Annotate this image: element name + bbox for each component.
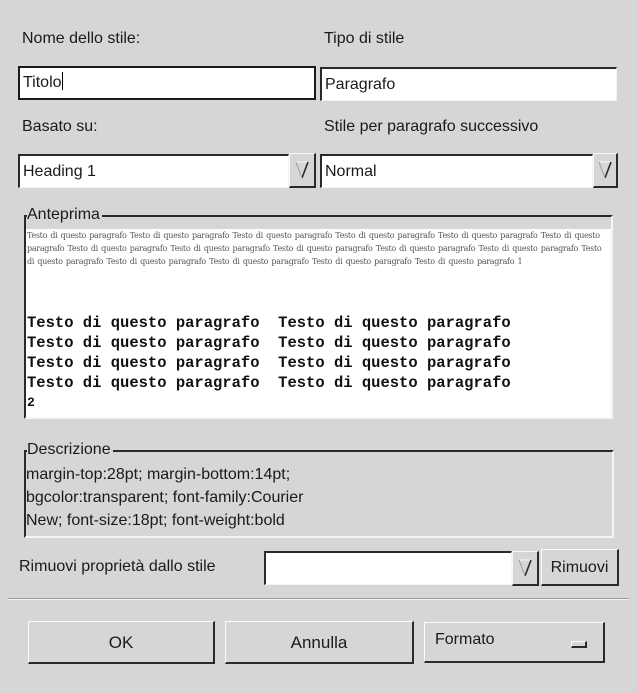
- preview-styled-line: Testo di questo paragrafo Testo di quest…: [27, 354, 511, 372]
- next-style-dropdown-button[interactable]: [593, 153, 618, 188]
- based-on-value: Heading 1: [23, 163, 96, 180]
- menu-indicator-icon: [571, 641, 587, 648]
- ok-button[interactable]: OK: [28, 621, 215, 664]
- remove-property-dropdown-button[interactable]: [512, 551, 539, 586]
- format-button-label: Formato: [435, 631, 495, 648]
- preview-styled-line: Testo di questo paragrafo Testo di quest…: [27, 374, 511, 392]
- remove-button[interactable]: Rimuovi: [541, 549, 619, 586]
- remove-property-combo[interactable]: [264, 551, 512, 585]
- preview-previous-paragraph: Testo di questo paragrafo Testo di quest…: [27, 231, 602, 266]
- style-type-label: Tipo di stile: [324, 30, 405, 47]
- based-on-dropdown-button[interactable]: [289, 153, 316, 188]
- description-line: New; font-size:18pt; font-weight:bold: [26, 512, 285, 529]
- style-type-value: Paragrafo: [325, 76, 396, 93]
- down-triangle-icon: [295, 161, 309, 179]
- based-on-combo[interactable]: Heading 1: [18, 154, 289, 188]
- text-caret: [61, 72, 63, 90]
- preview-styled-line: Testo di questo paragrafo Testo di quest…: [27, 334, 511, 352]
- remove-property-label: Rimuovi proprietà dallo stile: [19, 558, 216, 575]
- preview-styled-line: Testo di questo paragrafo Testo di quest…: [27, 314, 511, 332]
- down-triangle-icon: [598, 161, 612, 179]
- format-menu-button[interactable]: Formato: [424, 622, 605, 663]
- style-type-input[interactable]: Paragrafo: [320, 67, 617, 101]
- next-style-value: Normal: [325, 163, 377, 180]
- based-on-label: Basato su:: [22, 118, 98, 135]
- separator-highlight: [8, 599, 629, 600]
- next-style-label: Stile per paragrafo successivo: [324, 118, 539, 135]
- cancel-button[interactable]: Annulla: [225, 621, 414, 664]
- style-name-label: Nome dello stile:: [22, 30, 141, 47]
- style-name-input[interactable]: Titolo: [18, 66, 316, 100]
- preview-title: Anteprima: [27, 206, 102, 223]
- down-triangle-icon: [518, 559, 532, 577]
- description-title: Descrizione: [27, 441, 113, 458]
- description-line: bgcolor:transparent; font-family:Courier: [26, 489, 304, 506]
- next-style-combo[interactable]: Normal: [320, 154, 593, 188]
- style-name-value: Titolo: [23, 74, 62, 91]
- preview-styled-line: 2: [27, 395, 35, 410]
- description-line: margin-top:28pt; margin-bottom:14pt;: [26, 466, 291, 483]
